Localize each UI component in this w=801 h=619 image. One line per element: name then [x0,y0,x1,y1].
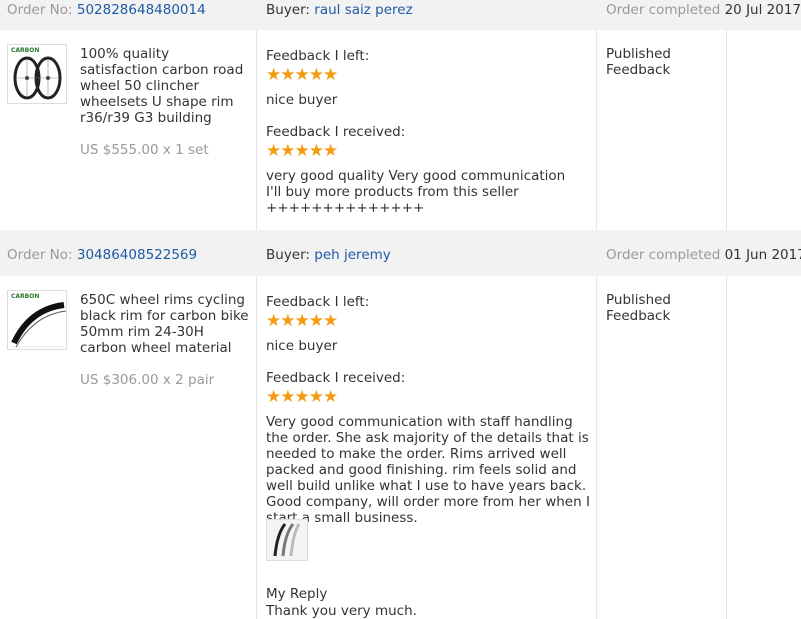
feedback-received-text: very good quality Very good communicatio… [266,168,566,216]
divider [256,30,257,230]
product-title-link[interactable]: 100% quality satisfaction carbon road wh… [80,46,250,126]
feedback-left-text: nice buyer [266,338,338,354]
my-reply-heading: My Reply [266,586,328,602]
buyer-link[interactable]: peh jeremy [314,247,390,263]
star-icon: ★ [323,387,338,407]
buyer-link[interactable]: raul saiz perez [314,2,412,18]
star-icon: ★ [294,311,310,331]
feedback-status: Published Feedback [606,46,671,78]
divider [256,276,257,619]
star-icon: ★ [323,65,338,85]
divider [596,276,597,619]
star-icon: ★ [323,141,338,161]
order-number: Order No: 502828648480014 [7,2,206,18]
order-number-link[interactable]: 30486408522569 [77,247,197,263]
feedback-status: Published Feedback [606,292,671,324]
divider [726,30,727,230]
feedback-photo[interactable] [266,519,308,561]
product-price: US $555.00 x 1 set [80,142,209,158]
received-rating-stars: ★★★★★ [266,141,338,161]
feedback-received-heading: Feedback I received: [266,124,406,140]
svg-text:CARBON: CARBON [11,293,39,300]
star-icon: ★ [294,65,310,85]
divider [726,276,727,619]
star-icon: ★ [323,311,338,331]
star-icon: ★ [308,311,324,331]
star-icon: ★ [266,387,281,407]
rim-photo-image [267,520,307,560]
product-thumbnail[interactable]: CARBON [7,44,67,104]
star-icon: ★ [280,141,295,161]
product-title-link[interactable]: 650C wheel rims cycling black rim for ca… [80,292,250,356]
order-status-date: Order completed 20 Jul 2017 08 [606,2,801,18]
order-number-link[interactable]: 502828648480014 [77,2,206,18]
feedback-received-heading: Feedback I received: [266,370,406,386]
feedback-left-heading: Feedback I left: [266,294,370,310]
star-icon: ★ [280,387,295,407]
buyer: Buyer: raul saiz perez [266,2,413,18]
divider [596,30,597,230]
star-icon: ★ [308,141,324,161]
star-icon: ★ [266,311,281,331]
star-icon: ★ [266,65,281,85]
product-thumbnail[interactable]: CARBON [7,290,67,350]
order-number: Order No: 30486408522569 [7,247,198,263]
order-status-date: Order completed 01 Jun 2017 2 [606,247,801,263]
star-icon: ★ [280,65,295,85]
rim-image: CARBON [11,293,66,348]
wheel-image: CARBON [11,47,62,100]
received-rating-stars: ★★★★★ [266,387,338,407]
star-icon: ★ [266,141,281,161]
star-icon: ★ [294,141,310,161]
feedback-left-text: nice buyer [266,92,338,108]
star-icon: ★ [308,387,324,407]
left-rating-stars: ★★★★★ [266,311,338,331]
star-icon: ★ [280,311,295,331]
order-header: Order No: 502828648480014 Buyer: raul sa… [0,0,801,30]
svg-text:CARBON: CARBON [11,47,39,54]
star-icon: ★ [294,387,310,407]
feedback-left-heading: Feedback I left: [266,48,370,64]
star-icon: ★ [308,65,324,85]
left-rating-stars: ★★★★★ [266,65,338,85]
order-header: Order No: 30486408522569 Buyer: peh jere… [0,230,801,276]
my-reply-text: Thank you very much. [266,603,417,619]
product-price: US $306.00 x 2 pair [80,372,215,388]
buyer: Buyer: peh jeremy [266,247,391,263]
feedback-received-text: Very good communication with staff handl… [266,414,590,526]
